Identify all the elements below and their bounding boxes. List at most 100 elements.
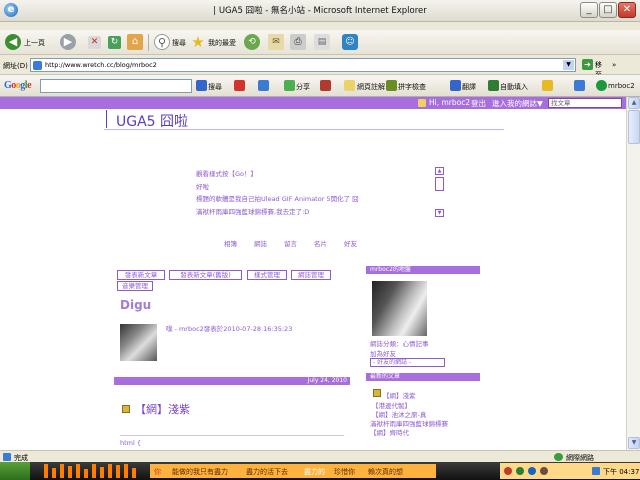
- notebook-button[interactable]: 網頁註解: [357, 82, 385, 92]
- new-post-button[interactable]: 發表新文章: [117, 270, 165, 280]
- site-search-input[interactable]: 找文章: [548, 98, 622, 108]
- address-input[interactable]: http://www.wretch.cc/blog/mrboc2 ▼: [30, 58, 576, 72]
- audio-bar: [68, 466, 72, 478]
- edit-icon[interactable]: ▤: [314, 34, 330, 50]
- google-search-button[interactable]: 搜尋: [208, 82, 222, 92]
- history-icon[interactable]: ⟲: [244, 34, 260, 50]
- audio-bar: [124, 464, 128, 478]
- scroll-thumb[interactable]: [628, 110, 640, 144]
- home-icon[interactable]: ⌂: [127, 34, 143, 50]
- nav-friends[interactable]: 好友: [344, 238, 357, 248]
- nav-card[interactable]: 名片: [314, 238, 327, 248]
- close-button[interactable]: ✕: [618, 2, 636, 18]
- stop-icon[interactable]: ✕: [88, 36, 101, 49]
- google-user[interactable]: mrboc2: [608, 82, 635, 90]
- blog-category[interactable]: 網誌分類：心情記事: [370, 338, 429, 348]
- marquee-line[interactable]: 觀看樣式按【Go！】: [196, 168, 257, 178]
- autofill-button[interactable]: 自動填入: [500, 82, 528, 92]
- my-site-link[interactable]: 進入我的網誌▼: [492, 98, 543, 109]
- tray-icon[interactable]: [516, 467, 524, 475]
- spellcheck-icon[interactable]: [386, 80, 397, 91]
- forward-arrow-icon[interactable]: ▶: [60, 34, 76, 50]
- autofill-icon[interactable]: [488, 80, 499, 91]
- bookmark-icon[interactable]: [320, 80, 331, 91]
- minimize-button[interactable]: _: [580, 2, 598, 18]
- favorites-button[interactable]: 我的最愛: [208, 38, 236, 48]
- google-options-icon[interactable]: [234, 80, 245, 91]
- address-dropdown-icon[interactable]: ▼: [563, 60, 574, 70]
- new-post-old-button[interactable]: 發表新文章(舊版): [169, 270, 242, 280]
- vertical-scrollbar[interactable]: ▲ ▼: [626, 97, 640, 450]
- tray-icon[interactable]: [528, 467, 536, 475]
- notebook-icon[interactable]: [344, 80, 355, 91]
- go-button[interactable]: ➔ 移至: [582, 58, 604, 79]
- google-logo[interactable]: Google: [4, 80, 32, 91]
- back-arrow-icon[interactable]: ◀: [5, 34, 21, 50]
- search-icon[interactable]: ⚲: [154, 34, 170, 50]
- favorites-star-icon[interactable]: ★: [190, 34, 206, 50]
- print-icon[interactable]: ⎙: [290, 34, 306, 50]
- clock[interactable]: 下午 04:37: [603, 467, 639, 477]
- wrench-icon[interactable]: [574, 80, 585, 91]
- music-manage-button[interactable]: 音樂管理: [117, 281, 153, 291]
- recent-post[interactable]: 【網】淺紫: [383, 390, 416, 400]
- window-title: | UGA5 囧啦 - 無名小站 - Microsoft Internet Ex…: [213, 6, 427, 16]
- menu-bar: [0, 22, 640, 30]
- translate-icon[interactable]: [450, 80, 461, 91]
- marquee-scroll-track: [435, 177, 444, 191]
- google-search-icon[interactable]: [196, 80, 207, 91]
- user-icon: [418, 99, 426, 107]
- scroll-down-button[interactable]: ▼: [628, 437, 640, 449]
- translate-button[interactable]: 翻譯: [462, 82, 476, 92]
- marquee-down-button[interactable]: ▼: [435, 209, 444, 217]
- start-button[interactable]: [0, 462, 30, 480]
- audio-bar: [92, 464, 96, 478]
- mail-icon[interactable]: ✉: [268, 34, 284, 50]
- friends-select[interactable]: - 好友的網誌 -: [370, 358, 445, 367]
- marquee-line: 標題的軟體是我自己拍Ulead GIF Animator 5開化了 囧: [196, 195, 359, 203]
- maximize-button[interactable]: □: [599, 2, 617, 18]
- user-status-icon: [596, 80, 607, 91]
- avatar[interactable]: [120, 324, 157, 361]
- links-chevron[interactable]: »: [612, 61, 616, 69]
- sidebar-avatar[interactable]: [372, 281, 427, 336]
- back-button[interactable]: 上一頁: [24, 38, 45, 48]
- marquee-line: 滿袱杆雨庫四強藍球錦標賽,我去定了:D: [196, 208, 310, 216]
- ticker-text: 珍惜你: [334, 468, 355, 476]
- nav-blog[interactable]: 網誌: [254, 238, 267, 248]
- blog-title: UGA5 囧啦: [116, 114, 189, 130]
- logout-link[interactable]: 登出: [471, 98, 486, 109]
- recent-post[interactable]: 【網】齊時代: [370, 427, 409, 437]
- marquee-line: 好啦: [196, 183, 209, 191]
- google-plus-icon[interactable]: [258, 80, 269, 91]
- pencil-icon[interactable]: [542, 80, 553, 91]
- nav-guestbook[interactable]: 留言: [284, 238, 297, 248]
- system-tray: 下午 04:37: [500, 463, 640, 479]
- greeting: Hi, mrboc2: [429, 98, 471, 107]
- site-header-strip: Hi, mrboc2 登出 進入我的網誌▼ 找文章: [0, 97, 626, 109]
- share-button[interactable]: 分享: [296, 82, 310, 92]
- search-button[interactable]: 搜尋: [172, 38, 186, 48]
- tray-icon[interactable]: [504, 467, 512, 475]
- audio-bar: [100, 467, 104, 478]
- lock-icon: [122, 405, 130, 413]
- nav-albums[interactable]: 相簿: [224, 238, 237, 248]
- audio-bar: [60, 464, 64, 478]
- tray-icon[interactable]: [540, 467, 548, 475]
- google-search-input[interactable]: [40, 79, 192, 93]
- lock-icon: [373, 389, 381, 397]
- marquee-up-button[interactable]: ▲: [435, 167, 444, 175]
- add-friend-link[interactable]: 加為好友: [370, 348, 396, 358]
- volume-icon[interactable]: [592, 467, 600, 475]
- lyrics-ticker: 你 能做的我只有盡力 盡力的活下去 盡力的 珍惜你 賴次真的想: [150, 464, 436, 478]
- scroll-up-button[interactable]: ▲: [628, 97, 640, 109]
- post-title[interactable]: 【網】淺紫: [135, 401, 190, 417]
- refresh-icon[interactable]: ↻: [108, 36, 121, 49]
- title-divider: [104, 129, 504, 130]
- share-icon[interactable]: [284, 80, 295, 91]
- messenger-icon[interactable]: ☺: [342, 34, 358, 50]
- spellcheck-button[interactable]: 拼字檢查: [398, 82, 426, 92]
- post-meta: 噗 - mrboc2發表於2010-07-28 16:35:23: [166, 325, 293, 333]
- blog-manage-button[interactable]: 網誌管理: [291, 270, 331, 280]
- style-manage-button[interactable]: 樣式管理: [247, 270, 287, 280]
